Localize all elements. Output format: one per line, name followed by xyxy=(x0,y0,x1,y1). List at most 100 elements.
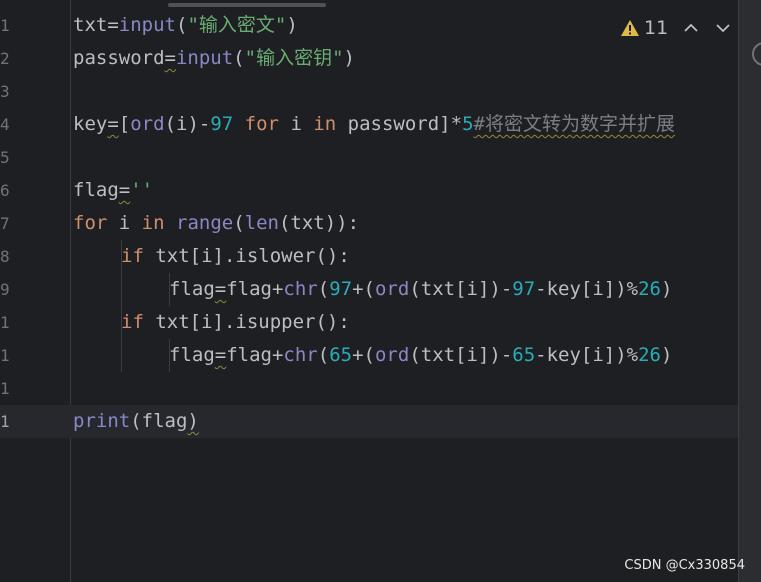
code-token: ) xyxy=(661,278,673,300)
code-token: ( xyxy=(175,14,188,36)
code-line[interactable]: for i in range(len(txt)): xyxy=(73,207,359,240)
code-token: "输入密文" xyxy=(187,14,287,36)
code-line[interactable]: key=[ord(i)-97 for i in password]*5#将密文转… xyxy=(73,108,675,141)
code-token: -key[i])% xyxy=(535,344,639,366)
code-line[interactable]: print(flag) xyxy=(73,405,199,438)
indent-guide xyxy=(169,339,170,372)
code-token: if xyxy=(121,311,144,333)
code-token: = xyxy=(118,179,131,201)
code-editor[interactable]: txt=input("输入密文") password=input("输入密钥") k… xyxy=(0,0,761,582)
code-token: 97 xyxy=(329,278,353,300)
code-token: = xyxy=(214,344,227,366)
line-number: 11 xyxy=(0,346,10,365)
code-token: flag+ xyxy=(226,278,284,300)
code-token: = xyxy=(164,47,176,69)
indent-guide xyxy=(169,273,170,306)
code-token: flag xyxy=(73,179,119,201)
code-token: = xyxy=(214,278,227,300)
watermark: CSDN @Cx330854 xyxy=(624,558,745,573)
right-tool-strip xyxy=(738,0,761,582)
indent-guide xyxy=(121,306,122,339)
indent-guide xyxy=(121,240,122,273)
line-number: 7 xyxy=(0,214,10,233)
code-token: ( xyxy=(233,212,245,234)
code-token: in xyxy=(313,113,337,135)
code-token: ( xyxy=(233,47,245,69)
inspection-widget[interactable]: 11 xyxy=(620,13,746,43)
code-token: chr xyxy=(283,344,318,366)
code-token: txt xyxy=(73,14,108,36)
line-number: 13 xyxy=(0,412,10,431)
code-token: ) xyxy=(343,47,355,69)
code-line[interactable]: txt=input("输入密文") xyxy=(73,9,298,42)
code-token: (flag xyxy=(130,410,188,432)
line-number: 1 xyxy=(0,16,10,35)
code-token: key xyxy=(73,113,108,135)
chevron-down-icon[interactable] xyxy=(714,19,732,37)
code-token: in xyxy=(141,212,165,234)
code-token: #将密文转为数字并扩展 xyxy=(473,113,675,135)
indent-guide xyxy=(121,273,122,306)
code-token: 65 xyxy=(512,344,536,366)
code-line[interactable]: if txt[i].isupper(): xyxy=(121,306,350,339)
line-number: 5 xyxy=(0,148,10,167)
code-token: ord xyxy=(374,278,410,300)
code-token: (txt[i])- xyxy=(409,278,513,300)
line-number: 2 xyxy=(0,49,10,68)
code-token: 97 xyxy=(512,278,536,300)
code-token: flag xyxy=(169,344,215,366)
code-line[interactable]: if txt[i].islower(): xyxy=(121,240,350,273)
code-token: "输入密钥" xyxy=(244,47,344,69)
code-token: if xyxy=(121,245,144,267)
code-line[interactable]: flag='' xyxy=(73,174,153,207)
line-number: 10 xyxy=(0,313,10,332)
line-number: 9 xyxy=(0,280,10,299)
code-token: 5 xyxy=(462,113,474,135)
code-line[interactable]: flag=flag+chr(65+(ord(txt[i])-65-key[i])… xyxy=(169,339,672,372)
warning-count: 11 xyxy=(644,17,669,39)
code-token: 26 xyxy=(638,344,661,366)
line-number: 12 xyxy=(0,379,10,398)
line-number: 8 xyxy=(0,247,10,266)
code-token: ( xyxy=(317,278,330,300)
code-token: print xyxy=(73,410,131,432)
code-token: (i)- xyxy=(164,113,211,135)
code-token: 97 xyxy=(210,113,234,135)
code-token: ) xyxy=(661,344,673,366)
code-token: flag+ xyxy=(226,344,284,366)
code-token: input xyxy=(118,14,176,36)
code-token: input xyxy=(175,47,234,69)
line-number: 4 xyxy=(0,115,10,134)
code-token: password]* xyxy=(336,113,463,135)
code-token: range xyxy=(176,212,234,234)
code-token: ) xyxy=(286,14,298,36)
chevron-up-icon[interactable] xyxy=(682,19,700,37)
code-token: (txt)): xyxy=(278,212,360,234)
code-token: ord xyxy=(374,344,410,366)
code-token: txt[i].islower(): xyxy=(143,245,350,267)
code-token: ( xyxy=(317,344,330,366)
code-line[interactable]: flag=flag+chr(97+(ord(txt[i])-97-key[i])… xyxy=(169,273,672,306)
code-token: chr xyxy=(283,278,318,300)
code-token: -key[i])% xyxy=(535,278,639,300)
line-number: 6 xyxy=(0,181,10,200)
right-strip-border xyxy=(738,0,739,582)
code-token: len xyxy=(244,212,279,234)
code-token: = xyxy=(107,14,119,36)
gutter-separator xyxy=(70,0,71,582)
code-token: [ xyxy=(118,113,131,135)
indent-guide xyxy=(121,339,122,372)
horizontal-scrollbar[interactable] xyxy=(168,3,326,7)
code-token: ord xyxy=(130,113,165,135)
code-token: +( xyxy=(352,344,375,366)
code-token: = xyxy=(107,113,119,135)
code-token: for xyxy=(244,113,279,135)
code-token: txt[i].isupper(): xyxy=(143,311,350,333)
code-token: password xyxy=(73,47,165,69)
code-line[interactable]: password=input("输入密钥") xyxy=(73,42,355,75)
warning-triangle-icon xyxy=(621,20,639,36)
line-number-gutter xyxy=(0,0,70,582)
code-token: flag xyxy=(169,278,215,300)
